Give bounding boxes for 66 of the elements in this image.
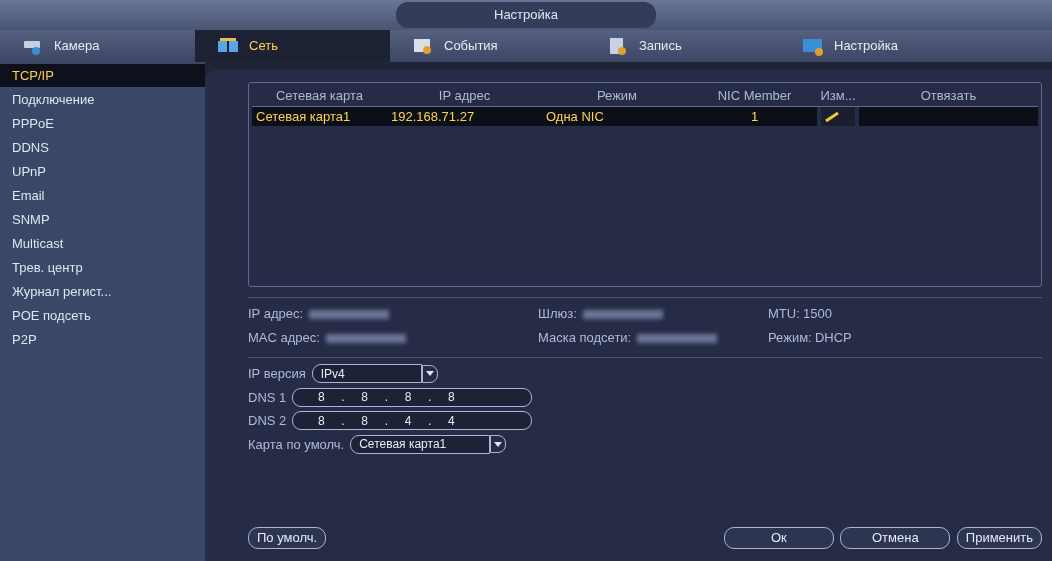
sidebar-item[interactable]: Трев. центр	[0, 256, 205, 279]
table-cell: 1	[692, 106, 817, 126]
dialog-button[interactable]: Отмена	[840, 527, 951, 549]
caret-icon[interactable]	[425, 371, 434, 377]
sidebar-item[interactable]: SNMP	[0, 208, 205, 231]
table-cell: Одна NIC	[542, 106, 692, 126]
field-label: MAC адрес:	[248, 329, 320, 345]
tab[interactable]: Запись	[585, 30, 780, 62]
dot-separator: .	[341, 389, 345, 407]
caret-icon[interactable]	[494, 441, 503, 447]
sidebar-item[interactable]: Журнал регист...	[0, 280, 205, 303]
tab[interactable]: Настройка	[780, 30, 975, 62]
sidebar-item[interactable]: POE подсеть	[0, 304, 205, 327]
column-header: IP адрес	[387, 86, 542, 107]
default-button[interactable]: По умолч.	[248, 527, 327, 549]
table-cell: Сетевая карта1	[252, 106, 387, 126]
sidebar-item[interactable]: TCP/IP	[0, 64, 205, 87]
pencil-icon[interactable]	[825, 112, 839, 123]
dropdown-field[interactable]: Сетевая карта1	[350, 434, 491, 454]
field-value: DHCP	[814, 329, 852, 345]
field-value: 1500	[803, 306, 832, 321]
octet: 8	[316, 389, 326, 407]
window-title: Настройка	[396, 2, 656, 28]
field-label: Режим:	[768, 329, 812, 345]
field-label: IP версия	[248, 365, 306, 383]
tab[interactable]: Камера	[0, 30, 195, 62]
field-label: IP адрес:	[248, 306, 304, 321]
octet: 8	[360, 389, 369, 407]
ip-address-field[interactable]: 8 . 8 . 8 . 8	[292, 387, 533, 407]
dialog-button[interactable]: Ок	[723, 527, 834, 549]
column-header: Режим	[542, 86, 692, 107]
dot-separator: .	[428, 412, 432, 430]
octet: 8	[403, 389, 413, 407]
field-label: Маска подсети:	[538, 329, 632, 345]
sidebar-item[interactable]: DDNS	[0, 136, 205, 159]
column-header: Отвязать	[859, 86, 1038, 107]
column-header: Сетевая карта	[252, 86, 387, 107]
octet: 8	[360, 412, 369, 430]
field-label: DNS 2	[248, 412, 287, 430]
dialog-button[interactable]: Применить	[956, 527, 1042, 549]
octet: 8	[447, 389, 456, 407]
field-label: Шлюз:	[538, 306, 577, 321]
column-header: Изм...	[817, 86, 859, 107]
ip-address-field[interactable]: 8 . 8 . 4 . 4	[292, 411, 533, 431]
octet: 8	[316, 412, 326, 430]
column-header: NIC Member	[692, 86, 817, 107]
monitor-icon	[802, 36, 824, 56]
octet: 4	[447, 412, 456, 430]
dot-separator: .	[341, 412, 345, 430]
field-label: DNS 1	[248, 388, 287, 407]
table-cell: 192.168.71.27	[387, 106, 542, 126]
sidebar-item[interactable]: PPPoE	[0, 112, 205, 135]
field-label: Карта по умолч.	[248, 435, 345, 454]
field-label: MTU:	[768, 306, 800, 321]
sidebar-item[interactable]: Email	[0, 184, 205, 207]
dropdown-field[interactable]: IPv4	[311, 364, 422, 384]
octet: 4	[403, 412, 413, 430]
sidebar-item[interactable]: UPnP	[0, 160, 205, 183]
tab[interactable]: События	[390, 30, 585, 62]
sidebar-item[interactable]: Multicast	[0, 232, 205, 255]
dot-separator: .	[384, 389, 388, 407]
sidebar-item[interactable]: P2P	[0, 328, 205, 351]
tab[interactable]: Сеть	[195, 30, 390, 62]
sidebar-item[interactable]: Подключение	[0, 88, 205, 111]
dot-separator: .	[384, 412, 388, 430]
dot-separator: .	[428, 389, 432, 407]
